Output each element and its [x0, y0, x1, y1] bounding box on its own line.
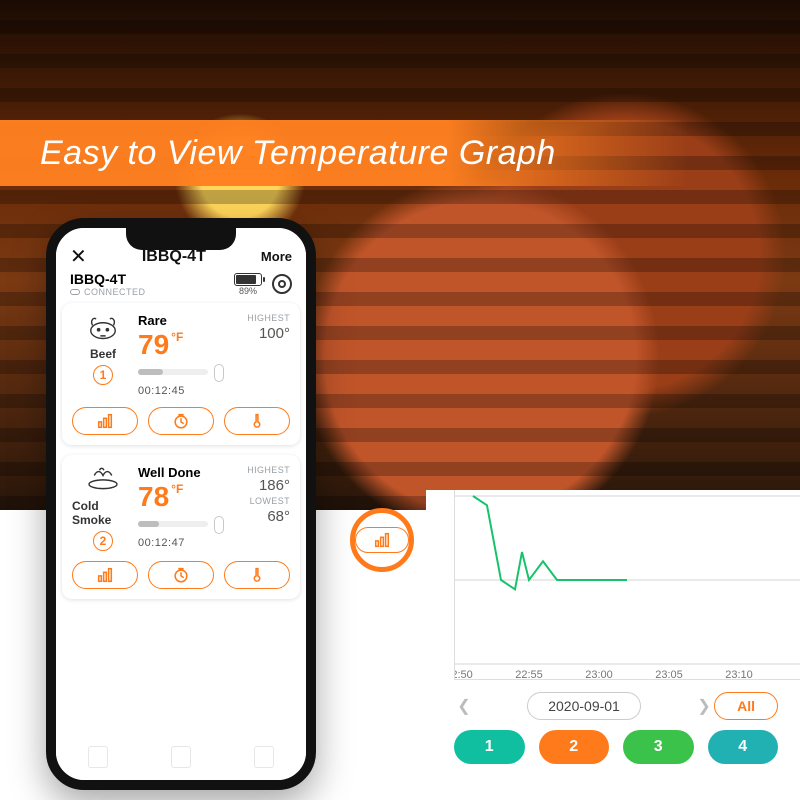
link-icon — [70, 289, 80, 295]
temperature-button[interactable] — [224, 561, 290, 589]
probe-filter-3[interactable]: 3 — [623, 730, 694, 764]
beef-icon — [82, 313, 124, 343]
close-icon[interactable]: ✕ — [70, 244, 87, 269]
chart-panel: 22.031.040.0 22:5022:5523:0023:0523:1023… — [426, 490, 800, 800]
all-button[interactable]: All — [714, 692, 778, 720]
food-label: Cold Smoke — [72, 499, 134, 527]
svg-text:22:55: 22:55 — [515, 669, 543, 680]
progress-bar — [138, 369, 208, 375]
gear-icon[interactable] — [272, 274, 292, 294]
lowest-value: 68° — [267, 508, 290, 525]
chevron-left-icon[interactable]: ❮ — [454, 696, 474, 716]
date-picker[interactable]: 2020-09-01 — [527, 692, 641, 720]
svg-text:22:50: 22:50 — [455, 669, 473, 680]
elapsed-time: 00:12:47 — [138, 537, 228, 549]
highest-value: 186° — [259, 477, 290, 494]
more-button[interactable]: More — [261, 249, 292, 264]
bottom-nav — [56, 746, 306, 776]
current-temp: 78°F — [138, 483, 228, 511]
probe-badge: 2 — [93, 531, 113, 551]
thermometer-icon — [214, 364, 224, 382]
hero-banner: Easy to View Temperature Graph — [0, 120, 800, 186]
highest-label: HIGHEST — [247, 313, 290, 323]
highest-value: 100° — [259, 325, 290, 342]
graph-button[interactable] — [355, 527, 409, 553]
current-temp: 79°F — [138, 331, 228, 359]
graph-button-callout — [350, 508, 414, 572]
elapsed-time: 00:12:45 — [138, 385, 228, 397]
graph-button[interactable] — [72, 561, 138, 589]
device-name: IBBQ-4T — [70, 271, 146, 287]
svg-text:23:10: 23:10 — [725, 669, 753, 680]
probe-filter-2[interactable]: 2 — [539, 730, 610, 764]
probe-filter-4[interactable]: 4 — [708, 730, 779, 764]
cold-smoke-icon — [82, 465, 124, 495]
app-header-title: IBBQ-4T — [142, 248, 206, 266]
svg-text:23:00: 23:00 — [585, 669, 613, 680]
battery-indicator: 89% — [234, 273, 262, 296]
temperature-chart[interactable]: 22.031.040.0 22:5022:5523:0023:0523:1023 — [454, 490, 800, 680]
food-label: Beef — [90, 347, 116, 361]
progress-bar — [138, 521, 208, 527]
probe-card: Beef 1 Rare 79°F 00:12 — [62, 303, 300, 445]
temperature-button[interactable] — [224, 407, 290, 435]
hero-title: Easy to View Temperature Graph — [40, 134, 556, 173]
connection-status: CONNECTED — [70, 287, 146, 297]
timer-button[interactable] — [148, 407, 214, 435]
svg-text:23:05: 23:05 — [655, 669, 683, 680]
graph-button[interactable] — [72, 407, 138, 435]
doneness-label: Rare — [138, 313, 228, 328]
doneness-label: Well Done — [138, 465, 228, 480]
chevron-right-icon[interactable]: ❯ — [694, 696, 714, 716]
probe-card: Cold Smoke 2 Well Done 78°F — [62, 455, 300, 599]
thermometer-icon — [214, 516, 224, 534]
timer-button[interactable] — [148, 561, 214, 589]
phone-notch — [126, 228, 236, 250]
probe-badge: 1 — [93, 365, 113, 385]
highest-label: HIGHEST — [247, 465, 290, 475]
phone-mockup: ✕ IBBQ-4T More IBBQ-4T CONNECTED 89% — [46, 218, 316, 790]
probe-filter-1[interactable]: 1 — [454, 730, 525, 764]
lowest-label: LOWEST — [250, 496, 290, 506]
